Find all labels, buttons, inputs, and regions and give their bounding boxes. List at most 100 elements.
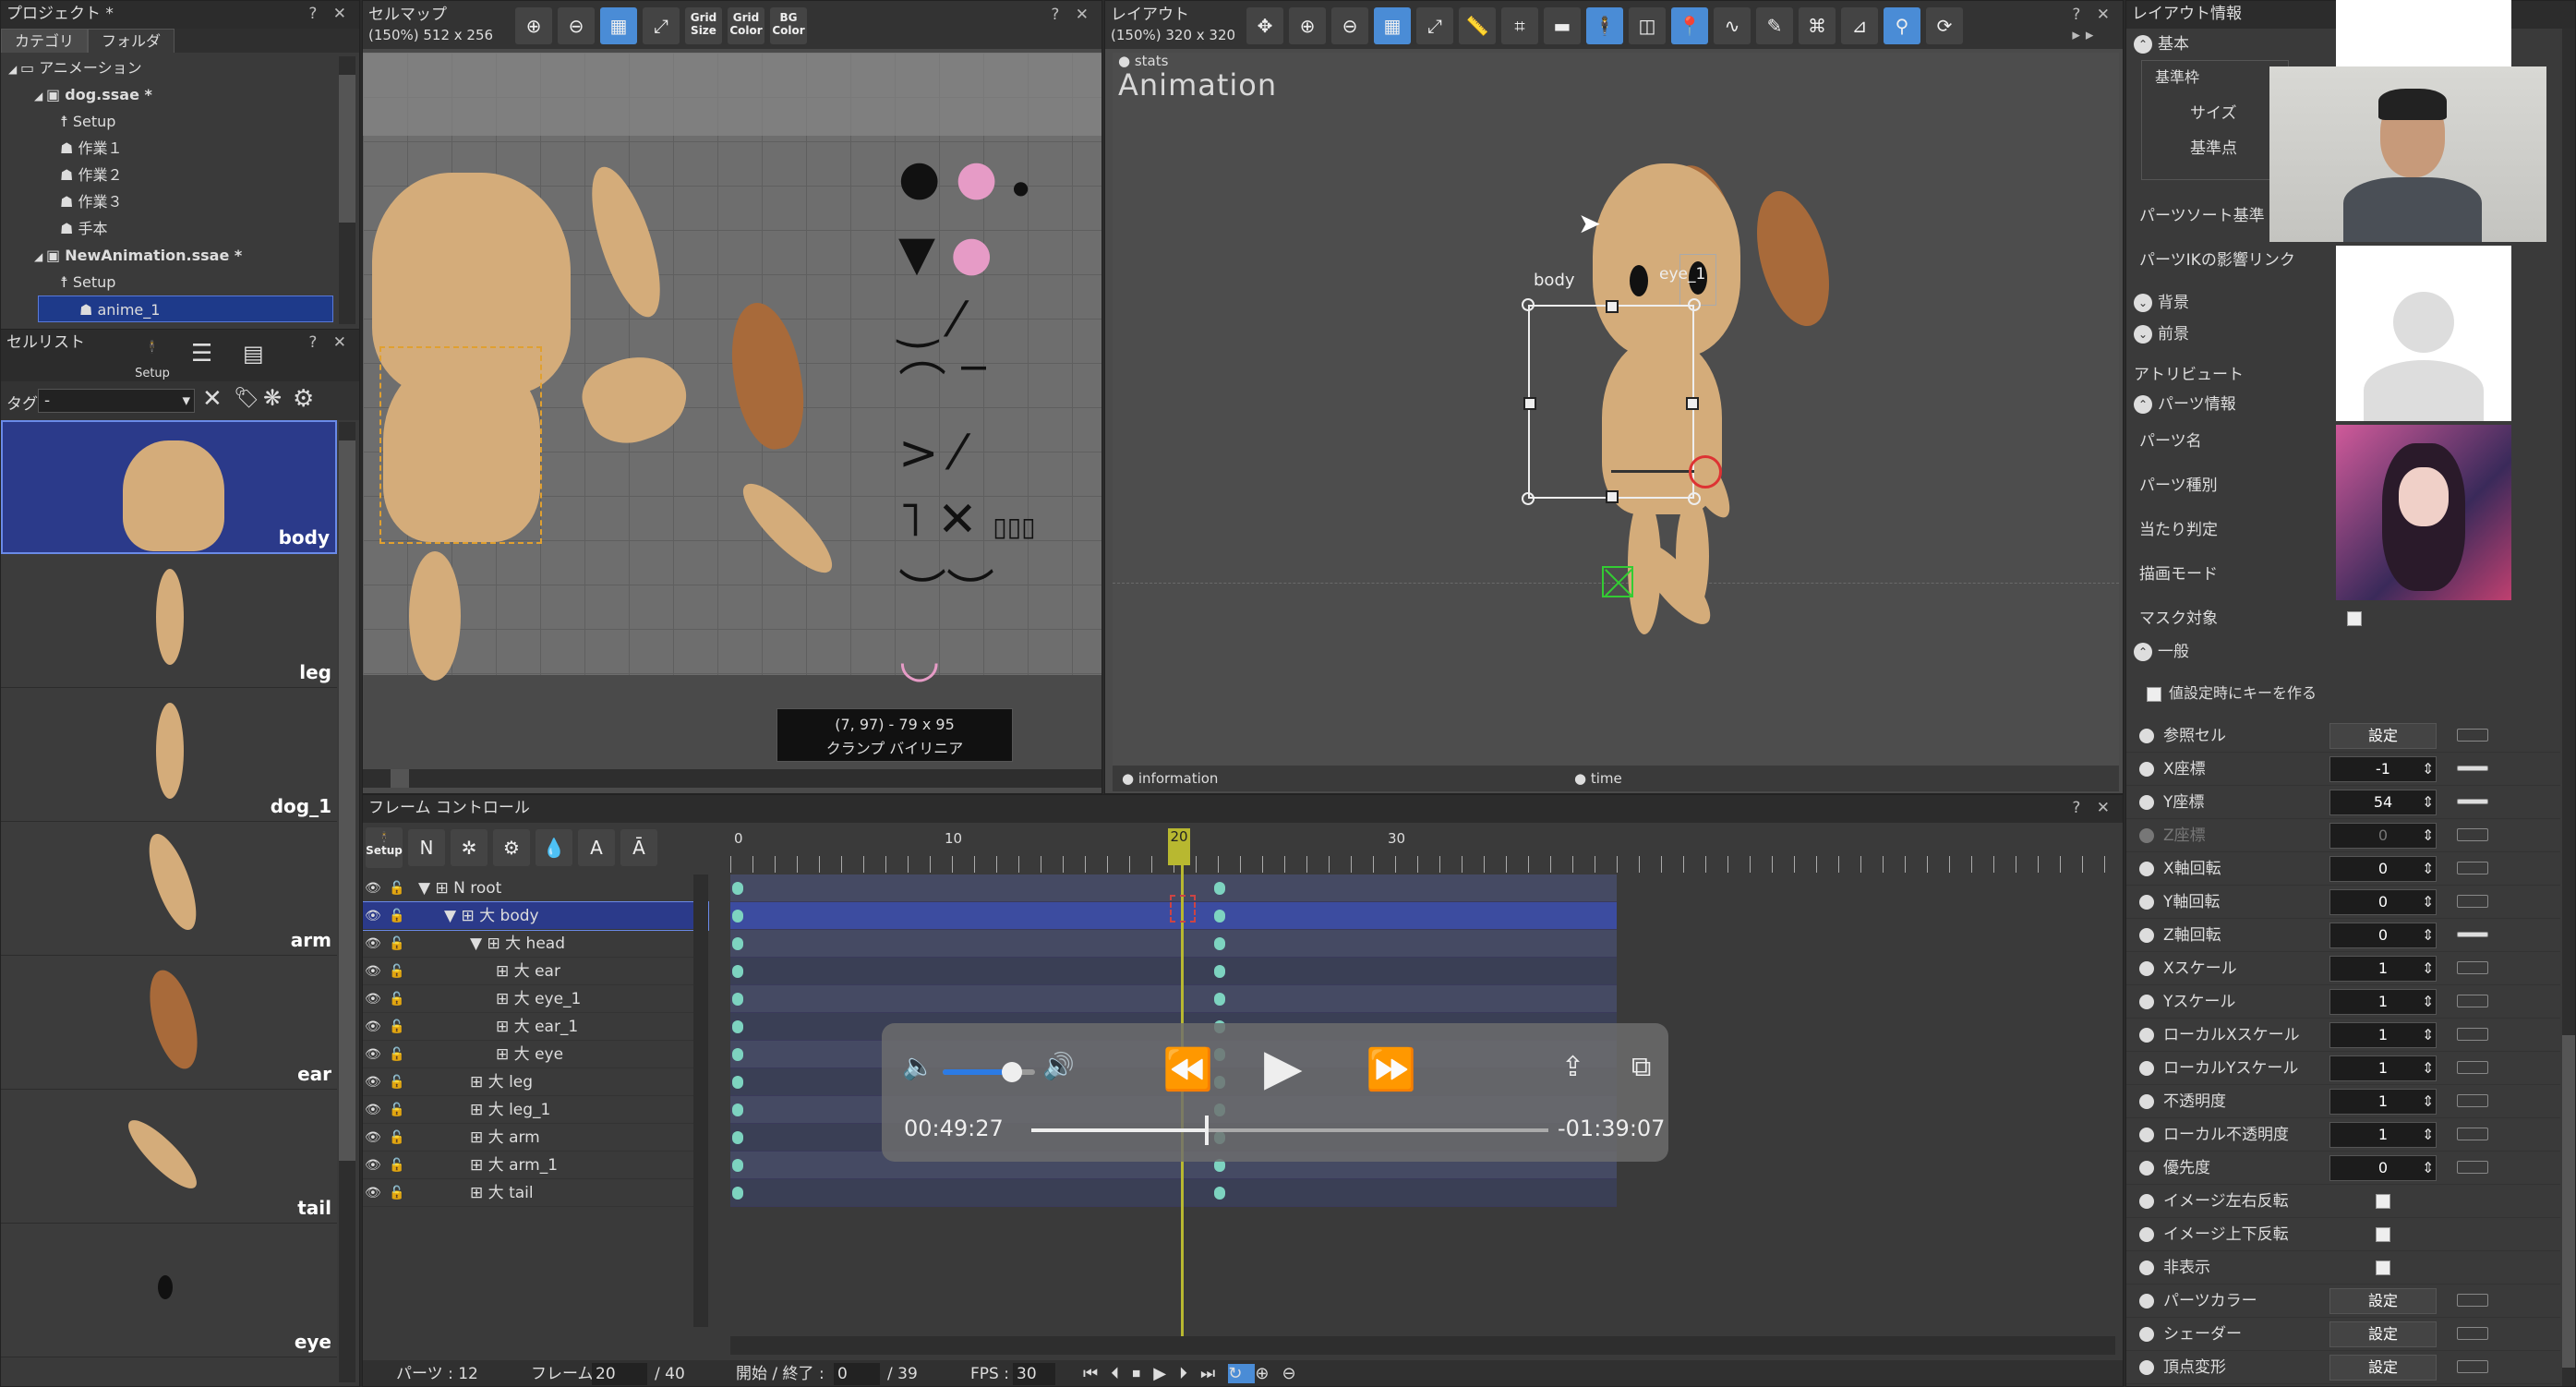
progress-scrubber[interactable]: [1205, 1116, 1210, 1145]
timeline-track[interactable]: [730, 930, 1617, 958]
interpolation-button[interactable]: [2457, 799, 2488, 804]
property-value-input[interactable]: 0: [2329, 1155, 2437, 1181]
pip-icon[interactable]: ⧉: [1631, 1051, 1651, 1083]
zoom-in-icon[interactable]: ⊕: [1289, 7, 1326, 44]
property-set-button[interactable]: 設定: [2329, 1288, 2437, 1314]
mask-checkbox[interactable]: [2347, 611, 2362, 626]
part-row[interactable]: 👁 🔓 ⊞ 大 ear_1: [363, 1013, 708, 1041]
crop-icon[interactable]: ⌗: [1501, 7, 1538, 44]
grid-color-button[interactable]: Grid Color: [728, 7, 764, 44]
property-value-input[interactable]: -1: [2329, 756, 2437, 782]
tree-item[interactable]: ◢ ▣ dog.ssae *: [1, 81, 359, 108]
cell-item[interactable]: arm: [1, 822, 337, 956]
key-radio[interactable]: [2139, 828, 2154, 843]
rotation-handle[interactable]: [1689, 455, 1722, 488]
property-value-input[interactable]: 0: [2329, 856, 2437, 882]
cell-item[interactable]: tail: [1, 1090, 337, 1224]
interpolation-button[interactable]: [2457, 1327, 2488, 1340]
bone-icon[interactable]: 🕴: [1586, 7, 1623, 44]
property-checkbox[interactable]: [2376, 1194, 2390, 1209]
keyframe-start[interactable]: [732, 882, 743, 895]
spinner-arrows-icon[interactable]: ⇕: [2422, 1152, 2434, 1185]
gear-icon[interactable]: ⚙: [293, 385, 314, 413]
key-radio[interactable]: [2139, 1128, 2154, 1142]
interpolation-button[interactable]: [2457, 729, 2488, 742]
tree-item[interactable]: ◢ ▣ NewAnimation.ssae *: [1, 242, 359, 269]
key-radio[interactable]: [2139, 995, 2154, 1009]
property-value-input[interactable]: 1: [2329, 1089, 2437, 1115]
part-row[interactable]: 👁 🔓 ⊞ 大 arm_1: [363, 1152, 708, 1179]
property-value-input[interactable]: 1: [2329, 1055, 2437, 1081]
interpolation-button[interactable]: [2457, 1028, 2488, 1041]
timeline-hscroll[interactable]: [730, 1336, 2115, 1355]
tree-item[interactable]: ☨ Setup: [1, 269, 359, 295]
property-set-button[interactable]: 設定: [2329, 1321, 2437, 1347]
text-add-icon[interactable]: Ā: [620, 829, 657, 866]
tab-category[interactable]: カテゴリ: [1, 29, 89, 53]
keyframe-end[interactable]: [1214, 910, 1225, 923]
part-list-scrollbar[interactable]: [693, 874, 708, 1327]
cell-item[interactable]: body: [1, 420, 337, 554]
key-radio[interactable]: [2139, 729, 2154, 743]
zoom-in-icon[interactable]: ⊕: [1255, 1364, 1282, 1383]
spinner-arrows-icon[interactable]: ⇕: [2422, 753, 2434, 786]
interpolation-button[interactable]: [2457, 995, 2488, 1007]
timeline-track[interactable]: [730, 985, 1617, 1013]
last-frame-icon[interactable]: ⏭: [1200, 1364, 1228, 1383]
timeline-ruler[interactable]: 0 10 20 30: [730, 825, 2115, 873]
first-frame-icon[interactable]: ⏮: [1083, 1364, 1111, 1383]
time-toggle[interactable]: ● time: [1574, 766, 1622, 791]
rotate-icon[interactable]: ⟳: [1926, 7, 1963, 44]
tree-item[interactable]: ☗ anime_1: [38, 295, 333, 322]
panel-controls[interactable]: ? ✕: [1051, 5, 1094, 25]
tag-select[interactable]: - ▾: [38, 389, 195, 413]
keyframe-start[interactable]: [732, 937, 743, 950]
progress-track[interactable]: [1031, 1128, 1548, 1132]
tab-folder[interactable]: フォルダ: [88, 29, 175, 53]
pin-icon[interactable]: 📍: [1671, 7, 1708, 44]
setup-button[interactable]: 🕴 Setup: [132, 335, 173, 387]
expand-arrow-icon[interactable]: ◢: [34, 90, 46, 103]
tree-item[interactable]: ☗ 作業２: [1, 162, 359, 188]
tag-icon[interactable]: 🏷: [234, 387, 259, 410]
filter-icon[interactable]: ❋: [263, 385, 282, 411]
visibility-eye-icon[interactable]: 👁: [365, 958, 381, 985]
visibility-eye-icon[interactable]: 👁: [365, 1068, 381, 1096]
key-radio[interactable]: [2139, 928, 2154, 943]
keyframe-start[interactable]: [732, 1187, 743, 1200]
lock-icon[interactable]: 🔓: [389, 1041, 404, 1068]
visibility-eye-icon[interactable]: 👁: [365, 1152, 381, 1179]
property-set-button[interactable]: 設定: [2329, 723, 2437, 749]
curve-icon[interactable]: ∿: [1714, 7, 1751, 44]
keyframe-start[interactable]: [732, 1159, 743, 1172]
key-radio[interactable]: [2139, 795, 2154, 810]
zoom-in-icon[interactable]: ⊕: [515, 7, 552, 44]
celllist-scrollbar[interactable]: [339, 422, 355, 1382]
cell-item[interactable]: eye: [1, 1224, 337, 1357]
lock-icon[interactable]: 🔓: [389, 1096, 404, 1124]
stop-icon[interactable]: ⏹: [1132, 1364, 1153, 1383]
section-bg[interactable]: ⌄ 背景: [2134, 289, 2189, 312]
share-icon[interactable]: ⇪: [1561, 1051, 1584, 1083]
lock-icon[interactable]: 🔓: [389, 874, 404, 902]
loop-icon[interactable]: ↻: [1228, 1364, 1256, 1383]
mesh-icon[interactable]: ⌘: [1799, 7, 1836, 44]
key-radio[interactable]: [2139, 1094, 2154, 1109]
zoom-out-icon[interactable]: ⊖: [1331, 7, 1368, 44]
key-radio[interactable]: [2139, 1260, 2154, 1275]
spinner-arrows-icon[interactable]: ⇕: [2422, 786, 2434, 819]
pen-icon[interactable]: ✎: [1756, 7, 1793, 44]
keyframe-start[interactable]: [732, 1020, 743, 1033]
size-field[interactable]: サイズ: [2190, 100, 2237, 123]
key-radio[interactable]: [2139, 1161, 2154, 1176]
grid-size-button[interactable]: Grid Size: [685, 7, 722, 44]
key-radio[interactable]: [2139, 1028, 2154, 1043]
bg-color-button[interactable]: BG Color: [770, 7, 807, 44]
key-radio[interactable]: [2139, 895, 2154, 910]
spinner-arrows-icon[interactable]: ⇕: [2422, 1118, 2434, 1152]
timeline-track[interactable]: [730, 958, 1617, 985]
cell-leg-sprite[interactable]: [409, 551, 461, 681]
lock-icon[interactable]: 🔓: [389, 1179, 404, 1207]
key-radio[interactable]: [2139, 961, 2154, 976]
next-frame-icon[interactable]: ⏵: [1179, 1364, 1200, 1383]
